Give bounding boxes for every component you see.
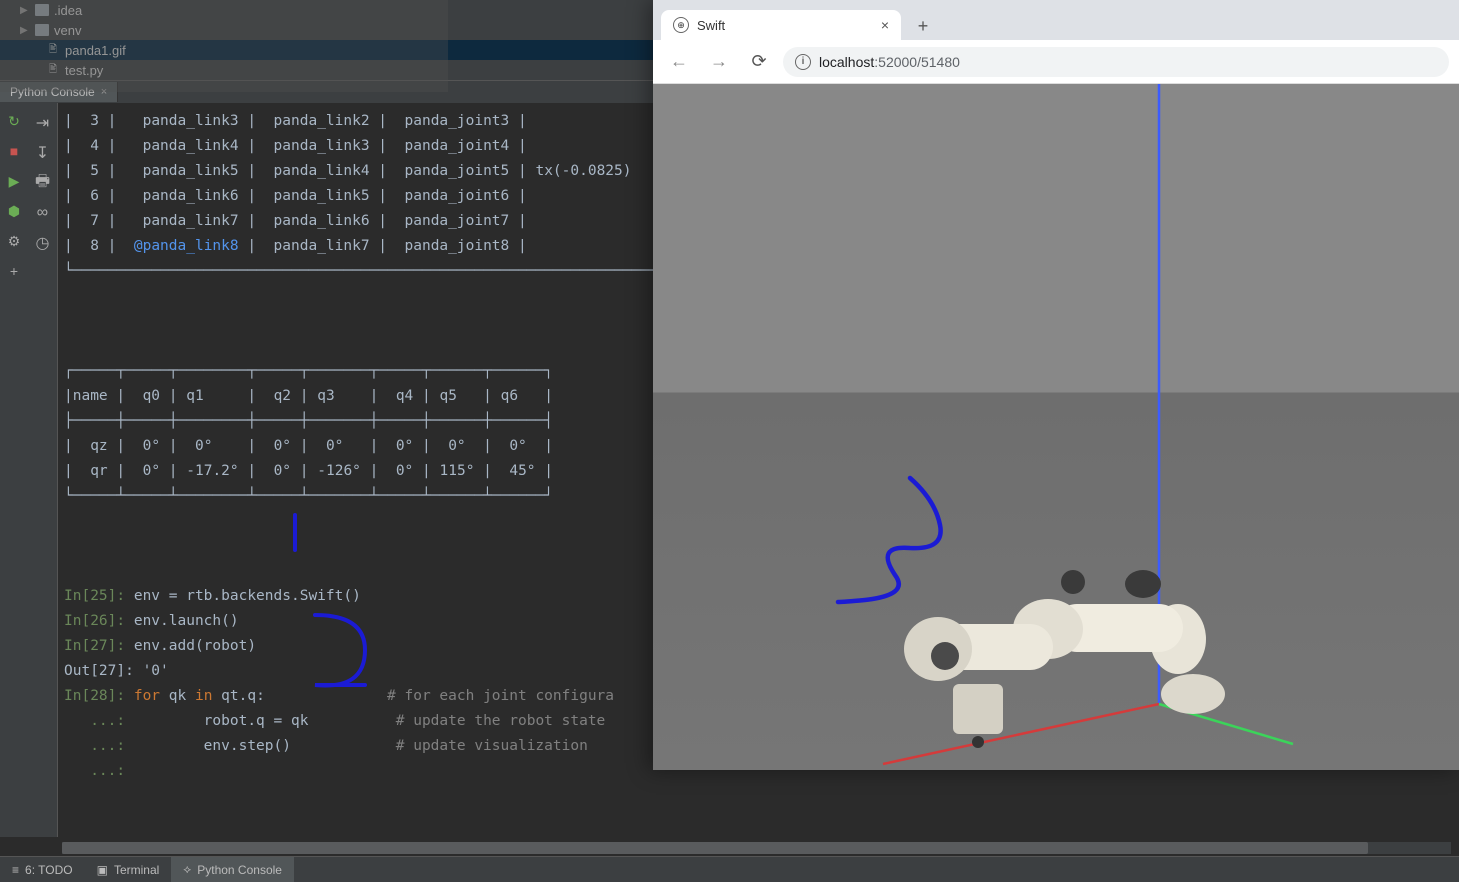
python-icon: ⟡ [183,862,191,877]
settings-icon[interactable]: ⚙ [6,233,22,249]
chevron-right-icon: ▶ [20,25,30,35]
scroll-icon[interactable]: ↧ [33,143,53,163]
bottom-tool-tabs: ≡ 6: TODO ▣ Terminal ⟡ Python Console [0,856,1459,882]
swift-3d-viewport[interactable] [653,84,1459,770]
x-axis [883,704,1159,764]
address-bar[interactable]: i localhost:52000/51480 [783,47,1449,77]
file-icon: 🖹 [46,43,60,57]
wrap-icon[interactable]: ⇥ [33,113,53,133]
tab-label: Python Console [197,863,282,877]
horizontal-scrollbar[interactable] [62,842,1451,854]
forward-button[interactable]: → [703,46,735,78]
tab-title: Swift [697,18,725,33]
tab-todo[interactable]: ≡ 6: TODO [0,858,85,882]
tree-item-label: test.py [65,63,103,78]
folder-icon [35,24,49,36]
browser-tab-strip: ⊕ Swift × + [653,0,1459,40]
3d-scene [653,84,1459,770]
tab-label: Python Console [10,85,95,99]
tree-item-label: panda1.gif [65,43,126,58]
reload-button[interactable]: ⟳ [743,46,775,78]
tab-python-console[interactable]: ⟡ Python Console [171,857,294,882]
chevron-right-icon: ▶ [20,5,30,15]
history-icon[interactable]: ◷ [33,233,53,253]
gutter-toolbar: ↻ ■ ▶ ⬢ ⚙ + [0,103,28,837]
folder-icon [35,4,49,16]
debug-icon[interactable]: ⬢ [6,203,22,219]
stop-icon[interactable]: ■ [6,143,22,159]
code-line: In[29]: [60,834,1459,837]
add-icon[interactable]: + [6,263,22,279]
python-console-tab[interactable]: Python Console × [0,82,118,102]
url-path: :52000/51480 [874,54,960,70]
terminal-icon: ▣ [97,863,108,877]
tree-item-label: .idea [54,3,82,18]
browser-toolbar: ← → ⟳ i localhost:52000/51480 [653,40,1459,84]
tab-terminal[interactable]: ▣ Terminal [85,858,172,882]
info-icon[interactable]: i [795,54,811,70]
tree-item-label: venv [54,23,81,38]
new-tab-button[interactable]: + [909,12,937,40]
robot-arm [904,570,1225,748]
info-icon[interactable]: ∞ [33,203,53,223]
globe-icon: ⊕ [673,17,689,33]
file-icon: 🖹 [46,63,60,77]
blank-line [60,809,1459,834]
close-icon[interactable]: × [881,17,889,33]
play-icon[interactable]: ▶ [6,173,22,189]
close-icon[interactable]: × [101,86,107,98]
url-host: localhost [819,54,874,70]
back-button[interactable]: ← [663,46,695,78]
console-toolbar: ⇥ ↧ 🖶 ∞ ◷ [28,103,58,837]
browser-tab-swift[interactable]: ⊕ Swift × [661,10,901,40]
tab-label: Terminal [114,863,159,877]
rerun-icon[interactable]: ↻ [6,113,22,129]
print-icon[interactable]: 🖶 [33,173,53,193]
scrollbar-thumb[interactable] [62,842,1368,854]
browser-window: ⊕ Swift × + ← → ⟳ i localhost:52000/5148… [653,0,1459,770]
list-icon: ≡ [12,863,19,877]
tab-label: 6: TODO [25,863,73,877]
